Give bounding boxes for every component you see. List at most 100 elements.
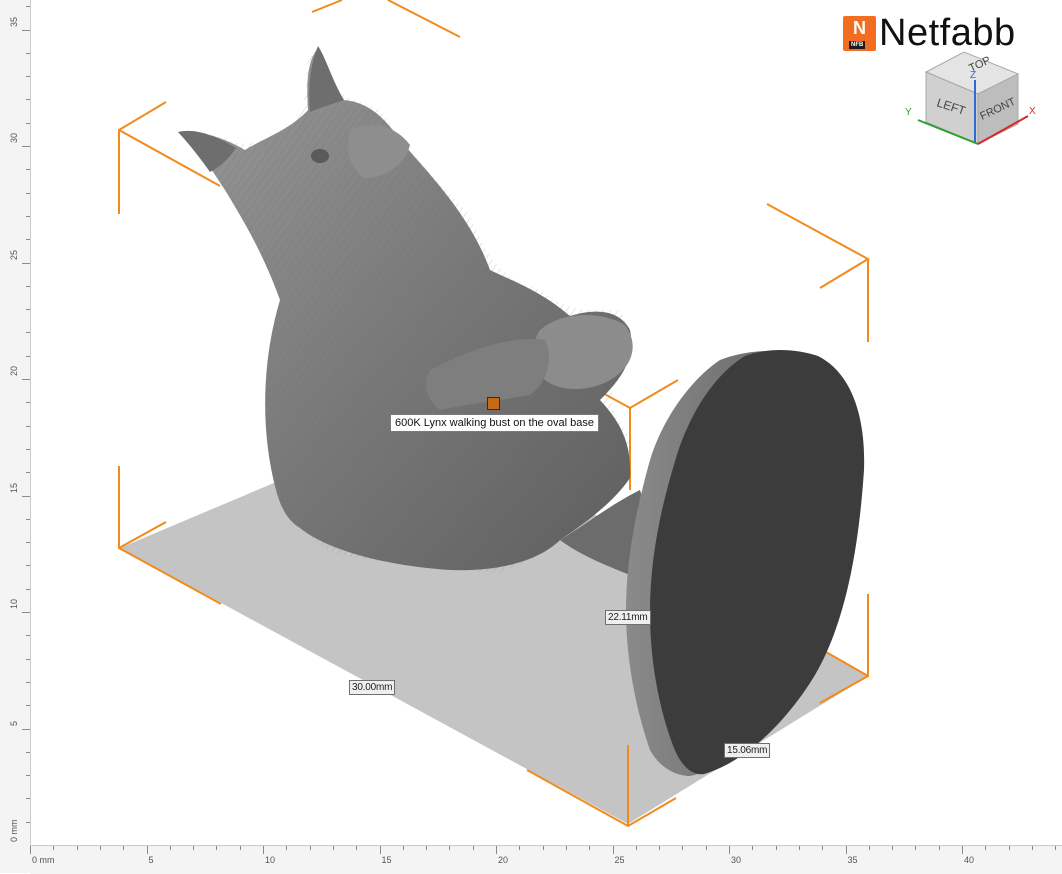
ruler-tick [356,846,358,850]
ruler-tick [26,472,30,474]
svg-text:Y: Y [905,107,912,118]
ruler-tick [26,705,30,707]
ruler-tick [472,846,474,850]
ruler-tick [1008,846,1010,850]
ruler-tick [123,846,125,850]
ruler-tick [26,798,30,800]
ruler-tick [845,846,847,854]
horizontal-ruler: 0 mm 5 10 15 20 25 30 35 40 [30,845,1062,874]
ruler-tick [26,658,30,660]
part-tooltip: 600K Lynx walking bust on the oval base [390,414,599,432]
ruler-tick [635,846,637,850]
dimension-height-label: 22.11mm [605,610,651,625]
svg-text:X: X [1029,106,1036,117]
ruler-tick [169,846,171,850]
ruler-tick [99,846,101,850]
ruler-tick [239,846,241,850]
ruler-label: 5 [148,855,154,865]
ruler-tick [22,146,30,147]
ruler-label: 35 [9,16,19,27]
ruler-tick [22,379,30,380]
ruler-tick [589,846,591,850]
ruler-tick [26,518,30,520]
view-cube[interactable]: TOP LEFT FRONT Y X Z [898,44,1038,154]
ruler-tick [26,99,30,101]
ruler-tick [263,846,264,854]
ruler-label: 35 [847,855,858,865]
ruler-tick [30,846,31,854]
ruler-tick [26,681,30,683]
ruler-tick [26,169,30,171]
ruler-tick [76,846,78,850]
ruler-tick [332,846,334,850]
ruler-tick [868,846,870,850]
ruler-label: 10 [9,598,19,609]
ruler-label: 15 [381,855,392,865]
ruler-tick [26,309,30,311]
ruler-tick [26,425,30,427]
ruler-tick [402,846,404,850]
ruler-tick [705,846,707,850]
ruler-tick [193,846,195,850]
ruler-label: 0 mm [32,855,55,865]
ruler-tick [26,192,30,194]
ruler-tick [309,846,311,850]
ruler-tick [22,728,30,730]
ruler-tick [26,76,30,78]
ruler-tick [26,239,30,241]
ruler-tick [775,846,777,850]
ruler-tick [26,565,30,567]
ruler-tick [26,52,30,54]
ruler-label: 20 [498,855,509,865]
ruler-tick [146,846,148,854]
ruler-tick [729,846,730,854]
ruler-tick [915,846,917,850]
netfabb-logo-icon: N NFB [843,15,876,51]
ruler-tick [26,355,30,357]
ruler-tick [449,846,451,850]
ruler-tick [26,6,30,8]
ruler-tick [22,495,30,497]
ruler-label: 10 [265,855,276,865]
ruler-tick [22,29,30,31]
ruler-tick [26,775,30,777]
ruler-tick [962,846,963,854]
ruler-tick [22,262,30,264]
ruler-label: 25 [9,249,19,260]
ruler-tick [26,821,30,823]
vertical-ruler: 0 mm 5 10 15 20 25 30 35 [0,0,31,846]
ruler-label: 30 [9,132,19,143]
ruler-tick [682,846,684,850]
ruler-tick [26,215,30,217]
ruler-tick [22,612,30,613]
ruler-tick [798,846,800,850]
ruler-tick [379,846,381,854]
svg-text:Z: Z [970,70,976,81]
ruler-tick [26,635,30,637]
ruler-tick [542,846,544,850]
ruler-tick [612,846,614,854]
ruler-tick [752,846,754,850]
ruler-tick [26,542,30,544]
ruler-tick [26,448,30,450]
ruler-tick [286,846,288,850]
part-marker[interactable] [487,397,500,410]
3d-viewport[interactable]: 600K Lynx walking bust on the oval base … [0,0,1062,873]
ruler-tick [1055,846,1057,850]
dimension-length-label: 30.00mm [349,680,396,695]
ruler-tick [26,122,30,124]
ruler-label: 5 [9,720,19,726]
ruler-label: 25 [614,855,625,865]
ruler-tick [565,846,567,850]
ruler-tick [53,846,55,850]
ruler-label: 30 [731,855,742,865]
ruler-tick [822,846,824,850]
oval-base [626,350,865,776]
dimension-width-label: 15.06mm [724,743,771,758]
ruler-corner [0,845,30,873]
ruler-tick [426,846,428,850]
ruler-tick [26,402,30,404]
ruler-tick [892,846,894,850]
ruler-label: 15 [9,482,19,493]
ruler-label: 20 [9,365,19,376]
